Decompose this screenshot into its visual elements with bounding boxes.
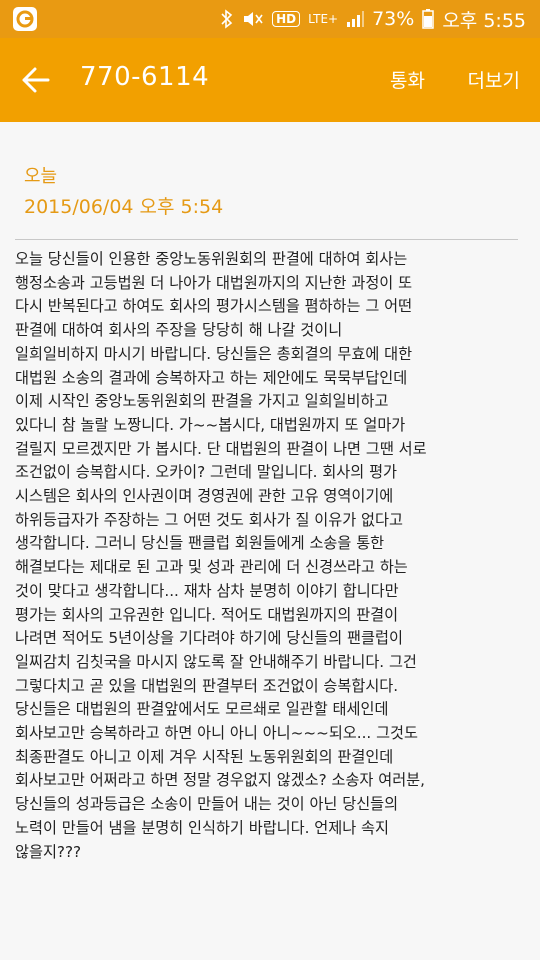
clock: 오후 5:55 [442,9,526,32]
message-line: 최종판결도 아니고 이제 겨우 시작된 노동위원회의 판결인데 [15,747,394,766]
message-line: 다시 반복된다고 하여도 회사의 평가시스템을 폄하하는 그 어떤 [15,297,413,316]
status-icons: HD LTE+ 73% 오후 5:55 [220,0,526,38]
battery-icon [422,9,435,29]
message-line: 행정소송과 고등법원 더 나아가 대법원까지의 지난한 과정이 또 [15,273,413,292]
mute-icon [244,12,263,26]
message-line: 당신들의 성과등급은 소송이 만들어 내는 것이 아닌 당신들의 [15,795,399,814]
message-line: 평가는 회사의 고유권한 입니다. 적어도 대법원까지의 판결이 [15,605,399,624]
message-line: 노력이 만들어 냄을 분명히 인식하기 바랍니다. 언제나 속지 [15,818,389,837]
message-line: 이제 시작인 중앙노동위원회의 판결을 가지고 일희일비하고 [15,392,389,411]
message-line: 것이 맞다고 생각합니다... 재차 삼차 분명히 이야기 합니다만 [15,581,399,600]
message-line: 나려면 적어도 5년이상을 기다려야 하기에 당신들의 팬클럽이 [15,629,403,648]
message-line: 조건없이 승복합시다. 오카이? 그런데 말입니다. 회사의 평가 [15,463,398,482]
lte-icon: LTE+ [308,12,339,26]
status-bar: HD LTE+ 73% 오후 5:55 [0,0,540,38]
message-line: 그렇다치고 곧 있을 대법원의 판결부터 조건없이 승복합시다. [15,676,399,695]
day-label: 오늘 [24,166,58,187]
message-line: 당신들은 대법원의 판결앞에서도 모르쇄로 일관할 태세인데 [15,700,389,719]
message-line: 걸릴지 모르겠지만 가 봅시다. 단 대법원의 판결이 나면 그땐 서로 [15,439,427,458]
message-line: 생각합니다. 그러니 당신들 팬클럽 회원들에게 소송을 통한 [15,534,385,553]
message-line: 있다니 참 놀랄 노짱니다. 가~~봅시다, 대법원까지 또 얼마가 [15,415,406,434]
message-content: 오늘 2015/06/04 오후 5:54 오늘 당신들이 인용한 중앙노동위원… [0,122,540,960]
conversation-title: 770-6114 [80,62,210,92]
message-line: 않을지??? [15,842,82,861]
message-line: 오늘 당신들이 인용한 중앙노동위원회의 판결에 대하여 회사는 [15,250,408,268]
message-line: 시스템은 회사의 인사권이며 경영권에 관한 고유 영역이기에 [15,487,394,506]
message-datetime: 2015/06/04 오후 5:54 [24,196,224,218]
message-line: 판결에 대하여 회사의 주장을 당당히 해 나갈 것이니 [15,321,343,340]
message-body: 오늘 당신들이 인용한 중앙노동위원회의 판결에 대하여 회사는행정소송과 고등… [15,248,525,864]
hd-voice-icon: HD [272,11,301,27]
app-bar: 770-6114 통화 더보기 [0,38,540,122]
bluetooth-icon [221,9,233,29]
message-line: 해결보다는 제대로 된 고과 및 성과 관리에 더 신경쓰라고 하는 [15,558,408,577]
message-line: 하위등급자가 주장하는 그 어떤 것도 회사가 질 이유가 없다고 [15,510,403,529]
app-logo-icon [13,7,37,31]
message-line: 회사보고만 어쩌라고 하면 정말 경우없지 않겠소? 소송자 여러분, [15,771,425,790]
message-line: 회사보고만 승복하라고 하면 아니 아니 아니~~~되오... 그것도 [15,724,418,743]
message-line: 일찌감치 김칫국을 마시지 않도록 잘 안내해주기 바랍니다. 그건 [15,652,417,671]
message-line: 대법원 소송의 결과에 승복하자고 하는 제안에도 묵묵부답인데 [15,368,408,387]
call-button[interactable]: 통화 [390,66,425,93]
more-button[interactable]: 더보기 [468,66,520,93]
battery-percent: 73% [372,8,415,30]
message-line: 일희일비하지 마시기 바랍니다. 당신들은 총회결의 무효에 대한 [15,344,413,363]
signal-icon [347,11,365,27]
divider [15,239,518,240]
arrow-left-icon[interactable] [20,60,54,100]
